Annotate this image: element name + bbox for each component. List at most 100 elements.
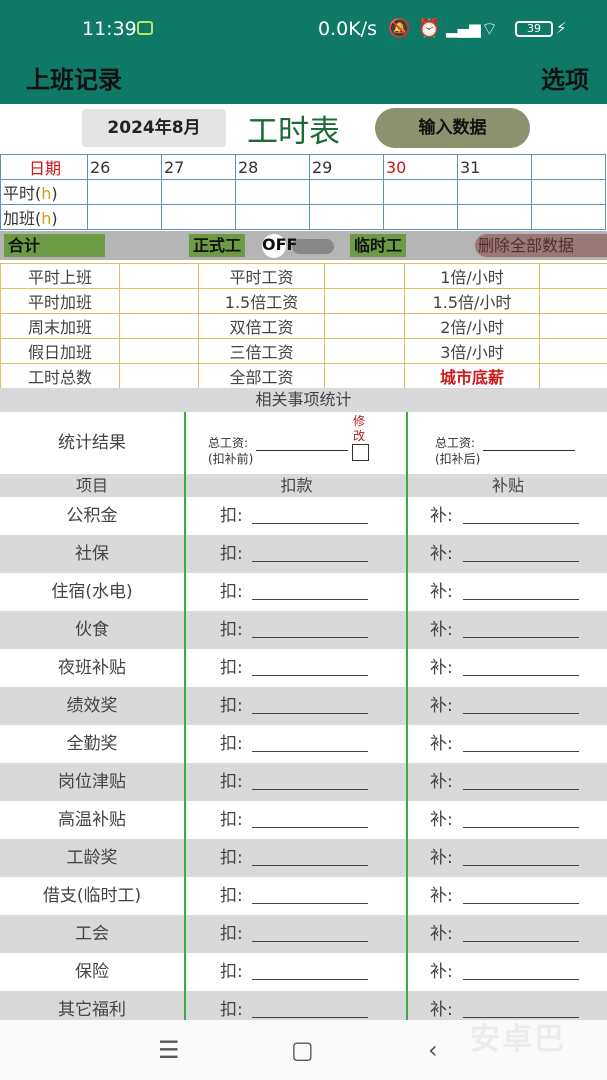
subsidy-input[interactable] [463,865,579,866]
worker-type-toggle-track[interactable] [292,239,334,254]
list-item: 岗位津贴 扣: 补: [0,763,607,801]
edit-checkbox[interactable] [352,444,369,461]
hours-cell[interactable] [87,179,162,205]
deduct-input[interactable] [252,713,368,714]
hours-cell[interactable] [161,179,236,205]
day-cell[interactable]: 26 [87,154,162,180]
summary-row: 平时上班 平时工资 1倍/小时 [0,263,607,289]
deduct-input[interactable] [252,941,368,942]
summary-label: 周末加班 [0,313,120,339]
item-name: 夜班补贴 [58,658,126,678]
subsidy-input[interactable] [463,941,579,942]
regular-worker-tag[interactable]: 正式工 [189,234,246,257]
hours-cell[interactable] [531,204,606,230]
home-icon[interactable]: ▢ [291,1036,314,1064]
summary-rate-input[interactable] [539,338,607,364]
subsidy-input[interactable] [463,903,579,904]
subsidy-input[interactable] [463,713,579,714]
hours-cell[interactable] [383,204,458,230]
delete-all-button[interactable]: 删除全部数据 [475,234,607,257]
deduct-input[interactable] [252,751,368,752]
day-cell[interactable]: 31 [457,154,532,180]
deduct-label: 扣: [220,962,243,982]
hours-cell[interactable] [161,204,236,230]
subsidy-label: 补: [430,734,453,754]
subsidy-label: 补: [430,924,453,944]
summary-label: 假日加班 [0,338,120,364]
city-base-salary-label[interactable]: 城市底薪 [404,363,540,389]
summary-grid: 平时上班 平时工资 1倍/小时 平时加班 1.5倍工资 1.5倍/小时 周末加班… [0,263,607,389]
item-name: 全勤奖 [66,734,118,754]
hours-cell[interactable] [235,179,310,205]
item-name: 社保 [75,544,109,564]
subsidy-input[interactable] [463,561,579,562]
day-cell[interactable]: 27 [161,154,236,180]
summary-label: 工时总数 [0,363,120,389]
col-subsidy: 补贴 [491,476,524,495]
subsidy-input[interactable] [463,637,579,638]
day-cell[interactable]: 28 [235,154,310,180]
back-icon[interactable]: ‹ [428,1036,438,1064]
summary-rate-input[interactable] [539,363,607,389]
deduct-input[interactable] [252,599,368,600]
subsidy-label: 补: [430,658,453,678]
hours-cell[interactable] [235,204,310,230]
deduct-label: 扣: [220,582,243,602]
temp-worker-tag[interactable]: 临时工 [350,234,407,257]
subsidy-input[interactable] [463,675,579,676]
deduct-input[interactable] [252,523,368,524]
deduct-input[interactable] [252,789,368,790]
hours-cell[interactable] [309,204,384,230]
date-row: 日期 26 27 28 29 30 31 [0,154,606,180]
hours-cell[interactable] [457,179,532,205]
day-cell-highlight[interactable]: 30 [383,154,458,180]
deduct-input[interactable] [252,827,368,828]
hours-cell[interactable] [87,204,162,230]
deduct-label: 扣: [220,658,243,678]
total-bar: 合计 正式工 OFF 临时工 删除全部数据 [0,231,607,260]
summary-label: 双倍工资 [198,313,325,339]
summary-rate-input[interactable] [539,313,607,339]
hours-cell[interactable] [531,179,606,205]
subsidy-input[interactable] [463,979,579,980]
deduct-input[interactable] [252,637,368,638]
hours-cell[interactable] [309,179,384,205]
menu-icon[interactable]: ☰ [158,1036,180,1064]
summary-value [119,263,199,289]
options-menu[interactable]: 选项 [541,60,589,95]
charging-icon: ⚡ [556,19,567,37]
subsidy-input[interactable] [463,751,579,752]
summary-rate-input[interactable] [539,263,607,289]
deduct-input[interactable] [252,903,368,904]
deduct-input[interactable] [252,675,368,676]
input-data-button[interactable]: 输入数据 [375,108,530,148]
item-name: 工会 [75,924,109,944]
subsidy-input[interactable] [463,523,579,524]
subsidy-label: 补: [430,544,453,564]
edit-label: 修改 [352,414,365,443]
subsidy-input[interactable] [463,599,579,600]
subsidy-label: 补: [430,772,453,792]
item-name: 岗位津贴 [58,772,126,792]
hours-cell[interactable] [457,204,532,230]
hours-cell[interactable] [383,179,458,205]
summary-label: 1.5倍工资 [198,288,325,314]
deduct-input[interactable] [252,1017,368,1018]
summary-rate-input[interactable] [539,288,607,314]
subsidy-input[interactable] [463,827,579,828]
subsidy-label: 补: [430,848,453,868]
summary-rate-label: 2倍/小时 [404,313,540,339]
list-item: 公积金 扣: 补: [0,497,607,535]
unit-text: h [41,184,52,203]
summary-value [324,363,405,389]
deduct-input[interactable] [252,561,368,562]
deduct-input[interactable] [252,979,368,980]
subsidy-input[interactable] [463,789,579,790]
total-wage-before-label: 总工资: [208,436,249,450]
deduct-input[interactable] [252,865,368,866]
item-name: 保险 [75,962,109,982]
day-cell[interactable]: 29 [309,154,384,180]
col-item: 项目 [75,476,108,495]
month-selector-button[interactable]: 2024年8月 [82,109,226,147]
day-cell[interactable] [531,154,606,180]
